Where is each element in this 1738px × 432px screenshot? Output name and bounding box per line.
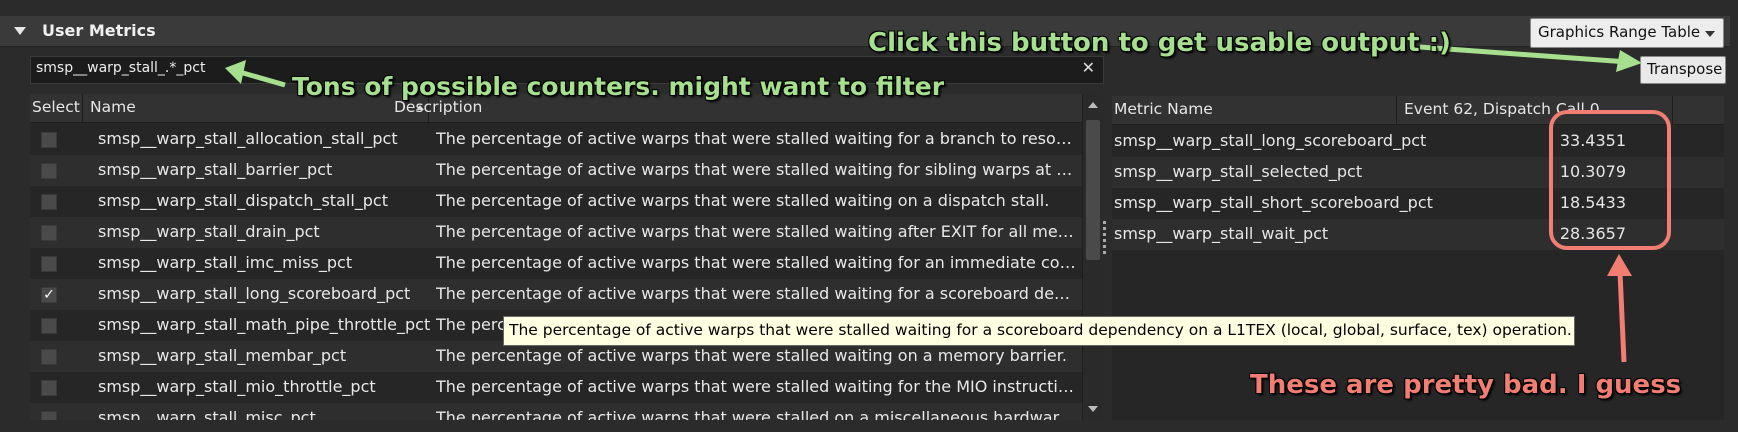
annotation-filter-hint: Tons of possible counters. might want to… [292, 72, 945, 101]
arrow-head-filter-icon [225, 60, 246, 84]
arrow-head-transpose-icon [1616, 50, 1642, 72]
annotation-overlay [225, 44, 1671, 363]
arrow-to-values [1617, 271, 1627, 363]
arrow-head-values-icon [1607, 254, 1632, 276]
annotation-click-button: Click this button to get usable output :… [868, 28, 1451, 58]
annotation-bad-values: These are pretty bad. I guess [1250, 370, 1682, 400]
arrow-to-transpose [1419, 44, 1629, 65]
values-highlight-box [1549, 110, 1671, 250]
arrow-to-filter [242, 70, 286, 88]
